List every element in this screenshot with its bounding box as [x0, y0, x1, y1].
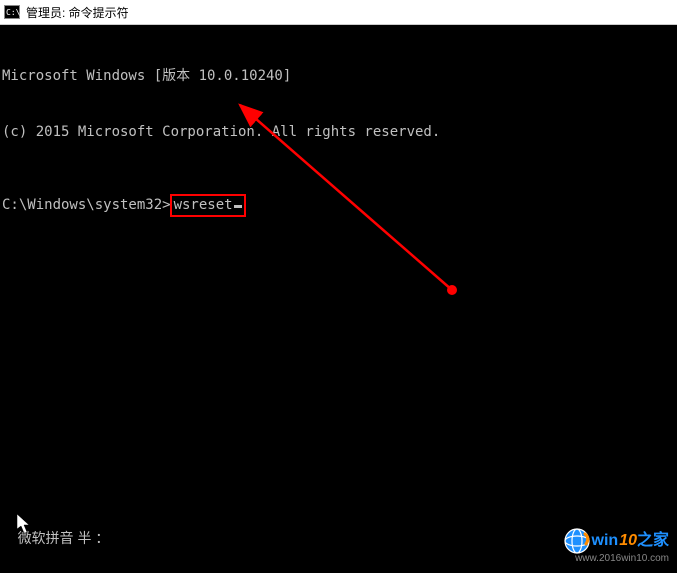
watermark-url: www.2016win10.com — [575, 552, 669, 566]
annotation-arrow — [0, 25, 677, 545]
watermark-brand: win 10 之家 — [564, 528, 669, 554]
window-title: 管理员: 命令提示符 — [26, 4, 129, 21]
terminal-prompt-line: C:\Windows\system32> wsreset — [2, 194, 675, 217]
terminal-command: wsreset — [174, 196, 233, 215]
terminal-area[interactable]: Microsoft Windows [版本 10.0.10240] (c) 20… — [0, 25, 677, 573]
cmd-icon-label: C:\ — [6, 8, 20, 17]
watermark-text: win 10 之家 — [592, 530, 669, 552]
terminal-cursor — [234, 205, 242, 208]
watermark: win 10 之家 www.2016win10.com — [564, 528, 669, 566]
ime-status-bar: 微软拼音 半 ： — [2, 510, 109, 567]
command-highlight-box: wsreset — [170, 194, 246, 217]
window-titlebar: C:\ 管理员: 命令提示符 — [0, 0, 677, 25]
terminal-output-line: (c) 2015 Microsoft Corporation. All righ… — [2, 123, 675, 142]
terminal-prompt: C:\Windows\system32> — [2, 196, 171, 215]
ime-status-text: 微软拼音 半 ： — [18, 530, 110, 546]
terminal-output-line: Microsoft Windows [版本 10.0.10240] — [2, 67, 675, 86]
globe-icon — [564, 528, 590, 554]
cmd-icon: C:\ — [4, 5, 20, 19]
